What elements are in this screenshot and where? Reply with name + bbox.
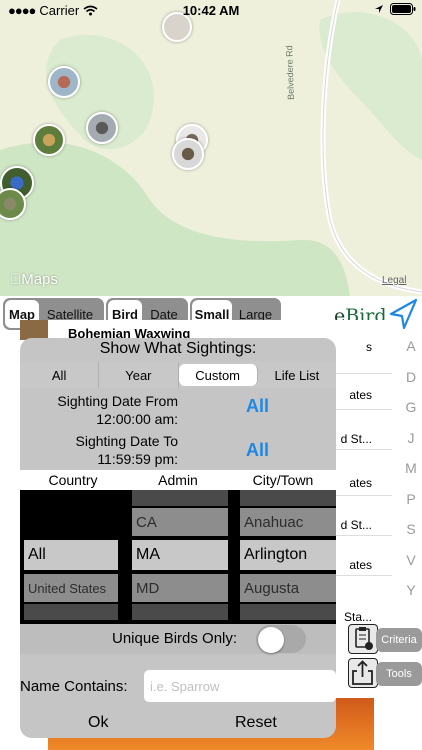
date-from-label: Sighting Date From 12:00:00 am:: [57, 393, 178, 427]
country-selected[interactable]: All: [24, 540, 118, 570]
location-picker[interactable]: All United States CA MA MD Anahuac Arlin…: [20, 490, 336, 624]
admin-header: Admin: [158, 472, 198, 488]
index-letter[interactable]: J: [400, 428, 422, 459]
country-wheel[interactable]: All United States: [24, 490, 118, 624]
tools-label: Tools: [376, 662, 422, 686]
status-right: [374, 3, 416, 15]
panel-buttons: Ok Reset: [20, 710, 336, 738]
tab-year[interactable]: Year: [99, 362, 179, 388]
city-option-faded: [240, 490, 336, 506]
tab-all[interactable]: All: [20, 362, 100, 388]
bird-sighting-pin[interactable]: [48, 66, 80, 98]
share-icon: [348, 658, 378, 688]
city-selected[interactable]: Arlington: [240, 540, 336, 570]
name-contains-row: Name Contains:: [20, 668, 336, 704]
location-services-icon: [375, 5, 383, 13]
index-letter[interactable]: V: [400, 550, 422, 581]
city-header: City/Town: [252, 472, 314, 488]
criteria-label: Criteria: [376, 628, 422, 652]
panel-title: Show What Sightings:: [99, 340, 257, 357]
bird-sighting-pin[interactable]: [33, 124, 65, 156]
date-to-label: Sighting Date To 11:59:59 pm:: [75, 433, 178, 467]
alphabet-index[interactable]: A D G J M P S V Y: [400, 336, 422, 611]
date-to-row: Sighting Date To 11:59:59 pm: All: [20, 432, 336, 472]
tab-life-list[interactable]: Life List: [258, 362, 336, 388]
unique-birds-label: Unique Birds Only:: [112, 630, 238, 647]
name-contains-input[interactable]: [144, 670, 336, 702]
index-letter[interactable]: A: [400, 336, 422, 367]
index-letter[interactable]: M: [400, 458, 422, 489]
status-time: 10:42 AM: [182, 3, 240, 18]
city-option[interactable]: Anahuac: [240, 508, 336, 536]
date-from-value[interactable]: All: [246, 396, 269, 417]
date-to-value[interactable]: All: [246, 440, 269, 461]
battery-icon: [390, 3, 416, 15]
admin-option[interactable]: MD: [132, 574, 228, 602]
period-tabs[interactable]: All Year Custom Life List: [20, 362, 336, 388]
index-letter[interactable]: S: [400, 519, 422, 550]
map-background: [0, 0, 422, 296]
city-wheel[interactable]: Anahuac Arlington Augusta: [240, 490, 336, 624]
legal-link[interactable]: Legal: [382, 275, 406, 286]
tab-custom[interactable]: Custom: [178, 364, 258, 386]
unique-birds-toggle[interactable]: [256, 625, 306, 653]
index-letter[interactable]: P: [400, 489, 422, 520]
city-option-faded: [240, 604, 336, 620]
road-label: Belvedere Rd: [284, 45, 296, 100]
bird-thumbnail: [20, 320, 48, 340]
index-letter[interactable]: G: [400, 397, 422, 428]
toggle-knob: [258, 627, 284, 653]
reset-button[interactable]: Reset: [235, 714, 277, 732]
admin-wheel[interactable]: CA MA MD: [132, 490, 228, 624]
bird-sighting-pin[interactable]: [172, 138, 204, 170]
name-contains-label: Name Contains:: [20, 678, 128, 695]
index-letter[interactable]: Y: [400, 580, 422, 611]
sightings-filter-panel: Show What Sightings: All Year Custom Lif…: [20, 338, 336, 738]
ok-button[interactable]: Ok: [88, 714, 108, 732]
status-bar: ●●●● Carrier 10:42 AM: [0, 0, 422, 22]
unique-birds-row: Unique Birds Only:: [20, 624, 336, 654]
country-option[interactable]: United States: [24, 574, 118, 602]
picker-header: Country Admin City/Town: [20, 470, 336, 490]
admin-option-faded: [132, 490, 228, 506]
apple-maps-logo: Maps: [10, 271, 58, 288]
admin-option-faded: [132, 604, 228, 620]
location-arrow-icon[interactable]: [388, 298, 418, 330]
map-view[interactable]: Belvedere Rd Maps Legal: [0, 0, 422, 296]
admin-selected[interactable]: MA: [132, 540, 228, 570]
bird-sighting-pin[interactable]: [86, 112, 118, 144]
clipboard-check-icon: [348, 624, 378, 654]
country-header: Country: [48, 472, 98, 488]
index-letter[interactable]: D: [400, 367, 422, 398]
date-from-row: Sighting Date From 12:00:00 am: All: [20, 392, 336, 432]
criteria-button[interactable]: Criteria: [346, 622, 422, 656]
country-option-faded: [24, 604, 118, 620]
admin-option[interactable]: CA: [132, 508, 228, 536]
tools-button[interactable]: Tools: [346, 656, 422, 690]
city-option[interactable]: Augusta: [240, 574, 336, 602]
